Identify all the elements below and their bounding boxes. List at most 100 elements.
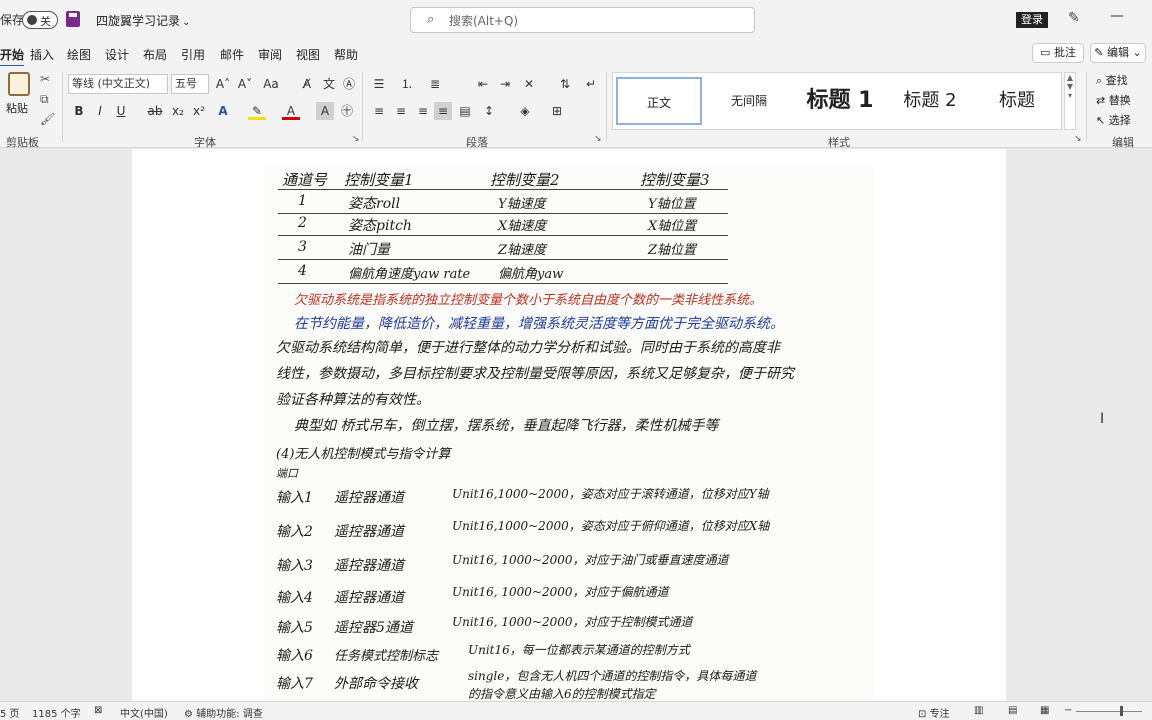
dialog-launcher-icon[interactable]: ↘	[594, 134, 602, 144]
sort-icon[interactable]: ⇅	[556, 75, 574, 93]
focus-mode[interactable]: ⊡ 专注	[918, 705, 950, 720]
dialog-launcher-icon[interactable]: ↘	[352, 134, 360, 144]
strikethrough-button[interactable]: ab	[146, 102, 164, 120]
input-desc: 遥控器通道	[334, 490, 404, 506]
asian-layout-icon[interactable]: ✕	[520, 75, 538, 93]
table-cell: X轴速度	[498, 219, 547, 234]
edit-mode-button[interactable]: ✎ 编辑 ⌄	[1090, 43, 1146, 63]
read-mode-icon[interactable]: ▥	[974, 705, 983, 716]
tab-layout[interactable]: 布局	[143, 46, 167, 63]
replace-button[interactable]: ⇄ 替换	[1096, 92, 1131, 108]
zoom-slider[interactable]	[1076, 711, 1142, 712]
style-heading-2[interactable]: 标题 2	[889, 77, 971, 125]
table-rule	[278, 235, 728, 236]
comment-button[interactable]: ▭ 批注	[1032, 43, 1084, 63]
web-layout-icon[interactable]: ▦	[1040, 705, 1049, 716]
zoom-out-button[interactable]: −	[1064, 705, 1072, 716]
char-shading-button[interactable]: A	[316, 102, 334, 120]
font-size-select[interactable]: 五号	[171, 74, 209, 94]
decrease-indent-icon[interactable]: ⇤	[474, 75, 492, 93]
minimize-button[interactable]: —	[1110, 8, 1124, 24]
pen-icon[interactable]: ✎	[1068, 10, 1080, 26]
zoom-thumb[interactable]	[1120, 706, 1123, 716]
justify-icon[interactable]: ≡	[434, 102, 452, 120]
shrink-font-icon[interactable]: A˅	[236, 75, 254, 93]
bold-button[interactable]: B	[70, 102, 88, 120]
distributed-icon[interactable]: ▤	[456, 102, 474, 120]
table-cell: Z轴位置	[648, 243, 697, 258]
phonetic-icon[interactable]: 文	[320, 75, 338, 93]
chevron-down-icon[interactable]: ▼	[1067, 82, 1073, 91]
paragraph-line: 验证各种算法的有效性。	[276, 392, 430, 408]
align-left-icon[interactable]: ≡	[370, 102, 388, 120]
grow-font-icon[interactable]: A˄	[214, 75, 232, 93]
styles-scroll[interactable]: ▲ ▼ ▾	[1064, 72, 1076, 130]
accessibility-status[interactable]: ⚙ 辅助功能: 调查	[184, 705, 263, 720]
bullets-icon[interactable]: ☰	[370, 75, 388, 93]
cut-icon[interactable]: ✂	[40, 72, 50, 86]
char-border-icon[interactable]: Ⓐ	[340, 75, 358, 93]
document-title[interactable]: 四旋翼学习记录 ⌄	[96, 12, 190, 29]
copy-icon[interactable]: ⧉	[40, 92, 49, 107]
print-layout-icon[interactable]: ▤	[1008, 705, 1017, 716]
comment-icon: ▭	[1040, 46, 1051, 59]
tab-view[interactable]: 视图	[296, 46, 320, 63]
autosave-toggle[interactable]: 关	[22, 11, 58, 29]
italic-button[interactable]: I	[91, 102, 109, 120]
show-marks-icon[interactable]: ↵	[582, 75, 600, 93]
style-heading-1[interactable]: 标题 1	[795, 77, 885, 125]
language[interactable]: 中文(中国)	[120, 705, 168, 720]
align-right-icon[interactable]: ≡	[414, 102, 432, 120]
select-button[interactable]: ↖ 选择	[1096, 112, 1131, 128]
clear-format-icon[interactable]: A̸	[298, 75, 316, 93]
style-normal[interactable]: 正文	[616, 77, 702, 125]
enclose-char-icon[interactable]: ㊉	[338, 102, 356, 120]
increase-indent-icon[interactable]: ⇥	[496, 75, 514, 93]
proofing-icon[interactable]: ⊠	[94, 705, 102, 716]
font-name-value: 等线 (中文正文)	[72, 77, 151, 90]
font-name-select[interactable]: 等线 (中文正文)	[68, 74, 168, 94]
paste-icon[interactable]	[8, 72, 30, 96]
text-effects-button[interactable]: A	[214, 102, 232, 120]
change-case-icon[interactable]: Aa	[262, 75, 280, 93]
page-count[interactable]: 5 页	[0, 705, 20, 720]
tab-references[interactable]: 引用	[181, 46, 205, 63]
word-count[interactable]: 1185 个字	[32, 705, 81, 720]
login-button[interactable]: 登录	[1016, 12, 1048, 28]
tab-draw[interactable]: 绘图	[67, 46, 91, 63]
search-input[interactable]	[449, 12, 729, 29]
tab-insert[interactable]: 插入	[30, 46, 54, 63]
underline-button[interactable]: U	[112, 102, 130, 120]
superscript-button[interactable]: x²	[190, 102, 208, 120]
tab-mailings[interactable]: 邮件	[220, 46, 244, 63]
highlight-icon[interactable]: ✎	[248, 102, 266, 120]
dialog-launcher-icon[interactable]: ↘	[1074, 134, 1082, 144]
numbering-icon[interactable]: ⒈	[398, 75, 416, 93]
comment-label: 批注	[1053, 46, 1076, 59]
subscript-button[interactable]: x₂	[169, 102, 187, 120]
style-no-spacing[interactable]: 无间隔	[707, 77, 791, 125]
tab-home[interactable]: 开始	[0, 46, 25, 68]
shading-icon[interactable]: ◈	[516, 102, 534, 120]
style-title[interactable]: 标题	[975, 77, 1059, 125]
tab-help[interactable]: 帮助	[334, 46, 358, 63]
input-desc: 遥控器通道	[334, 590, 404, 606]
chevron-up-icon[interactable]: ▲	[1067, 73, 1073, 82]
find-button[interactable]: ⌕ 查找	[1096, 72, 1128, 88]
document-page[interactable]: 通道号 控制变量1 控制变量2 控制变量3 1 姿态roll Y轴速度 Y轴位置…	[132, 149, 1006, 701]
search-box[interactable]: ⌕	[410, 7, 755, 33]
format-painter-icon[interactable]: 🖌	[40, 112, 55, 126]
borders-icon[interactable]: ⊞	[548, 102, 566, 120]
tab-review[interactable]: 审阅	[258, 46, 282, 63]
input-name: 输入4	[276, 590, 313, 606]
save-icon[interactable]	[66, 11, 80, 27]
more-icon[interactable]: ▾	[1068, 91, 1072, 100]
red-note: 欠驱动系统是指系统的独立控制变量个数小于系统自由度个数的一类非线性系统。	[294, 293, 763, 308]
font-color-button[interactable]: A	[282, 102, 300, 120]
multilevel-list-icon[interactable]: ≣	[426, 75, 444, 93]
paragraph-group-label: 段落	[466, 136, 488, 149]
replace-label: 替换	[1108, 94, 1131, 107]
tab-design[interactable]: 设计	[105, 46, 129, 63]
align-center-icon[interactable]: ≡	[392, 102, 410, 120]
line-spacing-icon[interactable]: ↕	[480, 102, 498, 120]
